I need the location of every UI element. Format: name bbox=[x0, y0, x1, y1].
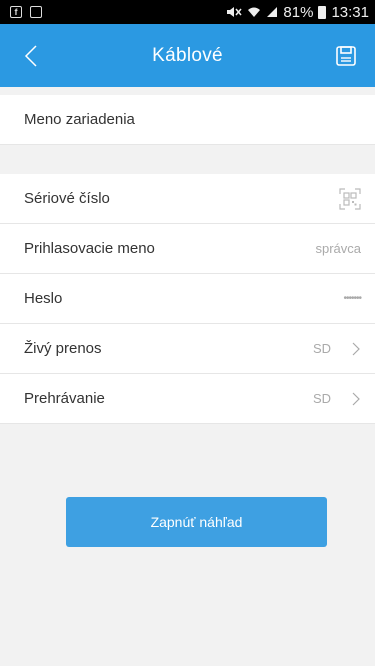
status-right: 81% 13:31 bbox=[226, 4, 369, 21]
live-stream-value: SD bbox=[312, 341, 331, 356]
facebook-notification-icon: f bbox=[10, 6, 22, 18]
serial-number-actions bbox=[339, 187, 361, 210]
live-stream-label: Živý prenos bbox=[24, 340, 102, 357]
login-label: Prihlasovacie meno bbox=[24, 240, 155, 257]
battery-icon bbox=[318, 5, 327, 19]
wifi-icon bbox=[248, 7, 261, 17]
password-value: ••••••• bbox=[343, 293, 361, 304]
playback-label: Prehrávanie bbox=[24, 390, 105, 407]
save-icon bbox=[336, 45, 356, 66]
live-stream-value-group: SD bbox=[313, 341, 361, 356]
serial-number-row[interactable]: Sériové číslo bbox=[0, 174, 375, 224]
playback-value-group: SD bbox=[313, 391, 361, 406]
clock: 13:31 bbox=[331, 3, 369, 21]
password-row[interactable]: Heslo ••••••• bbox=[0, 274, 375, 324]
status-bar: f 81% 13:31 bbox=[0, 0, 375, 24]
status-left: f bbox=[10, 6, 42, 18]
playback-value: SD bbox=[312, 391, 331, 406]
login-row[interactable]: Prihlasovacie meno správca bbox=[0, 224, 375, 274]
back-button[interactable] bbox=[18, 41, 44, 71]
playback-row[interactable]: Prehrávanie SD bbox=[0, 374, 375, 424]
signal-icon bbox=[267, 7, 278, 17]
save-button[interactable] bbox=[333, 43, 359, 69]
device-name-row[interactable]: Meno zariadenia bbox=[0, 95, 375, 145]
chevron-left-icon bbox=[24, 44, 37, 67]
battery-text: 81% bbox=[283, 3, 314, 21]
chevron-right-icon bbox=[351, 342, 361, 356]
image-notification-icon bbox=[30, 6, 42, 18]
password-label: Heslo bbox=[24, 290, 63, 307]
preview-button[interactable]: Zapnúť náhľad bbox=[66, 497, 327, 547]
live-stream-row[interactable]: Živý prenos SD bbox=[0, 324, 375, 374]
page-title: Káblové bbox=[152, 44, 223, 66]
serial-number-label: Sériové číslo bbox=[24, 190, 110, 207]
app-bar: Káblové bbox=[0, 24, 375, 87]
chevron-right-icon bbox=[351, 392, 361, 406]
mute-icon bbox=[227, 7, 242, 17]
login-value: správca bbox=[315, 241, 361, 256]
qr-scan-icon[interactable] bbox=[339, 187, 361, 210]
device-name-label: Meno zariadenia bbox=[24, 111, 135, 128]
